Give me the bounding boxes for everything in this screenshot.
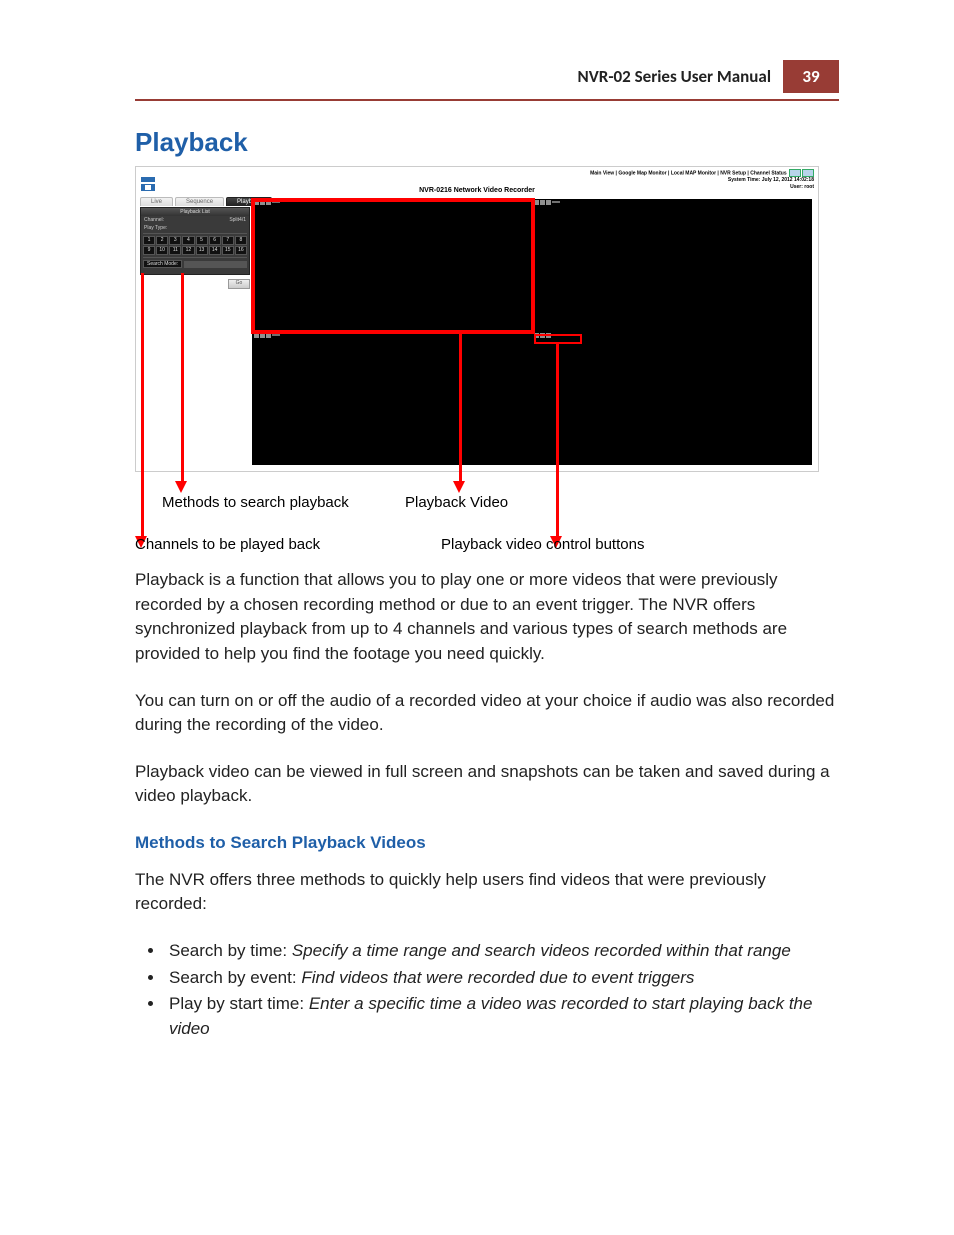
bullet-label: Play by start time:: [169, 994, 309, 1013]
channel-value: Split4/1: [229, 217, 246, 223]
channel-button[interactable]: 10: [156, 246, 168, 255]
tab-sequence[interactable]: Sequence: [175, 197, 224, 206]
stop-icon[interactable]: [546, 200, 551, 205]
callout-methods: Methods to search playback: [162, 494, 349, 511]
channel-button[interactable]: 16: [235, 246, 247, 255]
search-mode-label: Search Mode:: [143, 260, 182, 268]
page-header: NVR-02 Series User Manual 39: [135, 60, 839, 93]
progress-icon: [272, 334, 280, 336]
sub-heading: Methods to Search Playback Videos: [135, 831, 839, 856]
arrow-line: [459, 333, 462, 483]
paragraph-1: Playback is a function that allows you t…: [135, 568, 839, 667]
user-label: User: root: [790, 184, 814, 190]
paragraph-2: You can turn on or off the audio of a re…: [135, 689, 839, 738]
system-time-label: System Time: July 12, 2012 14:02:18: [728, 177, 814, 183]
screenshot-top-right-info: Main View | Google Map Monitor | Local M…: [590, 169, 814, 191]
channel-button[interactable]: 6: [209, 236, 221, 245]
playback-sidebar: Playback List Channel: Split4/1 Play Typ…: [140, 207, 250, 275]
screenshot-container: NVR-0216 Network Video Recorder Main Vie…: [135, 166, 819, 472]
playtype-label: Play Type:: [144, 225, 167, 231]
list-item: Play by start time: Enter a specific tim…: [165, 992, 839, 1041]
video-control-bar[interactable]: [534, 199, 578, 205]
channel-button[interactable]: 3: [169, 236, 181, 245]
status-icon: [789, 169, 801, 177]
channel-button[interactable]: 8: [235, 236, 247, 245]
channel-button[interactable]: 4: [182, 236, 194, 245]
tab-live[interactable]: Live: [140, 197, 173, 206]
bullet-label: Search by event:: [169, 968, 301, 987]
highlight-box-video: [251, 198, 535, 334]
header-divider: [135, 99, 839, 101]
go-button[interactable]: Go: [228, 279, 250, 289]
channel-button[interactable]: 5: [196, 236, 208, 245]
sidebar-channel-row: Channel: Split4/1: [141, 216, 249, 224]
list-item: Search by event: Find videos that were r…: [165, 966, 839, 991]
channel-button[interactable]: 7: [222, 236, 234, 245]
sidebar-title: Playback List: [141, 208, 249, 216]
brand-logo-icon: [140, 176, 156, 192]
callout-channels: Channels to be played back: [135, 536, 320, 553]
section-heading: Playback: [135, 127, 839, 158]
channel-grid: 1 2 3 4 5 6 7 8 9 10 11 12 13 14 15 16: [141, 235, 249, 256]
callout-controls: Playback video control buttons: [441, 536, 644, 553]
arrow-line: [181, 273, 184, 483]
sidebar-divider: [143, 233, 247, 234]
video-pane-3[interactable]: [252, 332, 532, 465]
progress-icon: [552, 201, 560, 203]
highlight-box-controls: [534, 334, 582, 344]
search-mode-row: Search Mode:: [141, 259, 249, 269]
channel-button[interactable]: 13: [196, 246, 208, 255]
intro-line: The NVR offers three methods to quickly …: [135, 868, 839, 917]
video-pane-4[interactable]: [532, 332, 812, 465]
sidebar-playtype-row: Play Type:: [141, 224, 249, 232]
pause-icon[interactable]: [540, 200, 545, 205]
channel-button[interactable]: 9: [143, 246, 155, 255]
screenshot-header: NVR-0216 Network Video Recorder Main Vie…: [136, 167, 818, 197]
bullet-italic: Specify a time range and search videos r…: [292, 941, 791, 960]
channel-button[interactable]: 12: [182, 246, 194, 255]
paragraph-3: Playback video can be viewed in full scr…: [135, 760, 839, 809]
bullet-label: Search by time:: [169, 941, 292, 960]
top-links: Main View | Google Map Monitor | Local M…: [590, 170, 787, 176]
channel-button[interactable]: 11: [169, 246, 181, 255]
document-page: NVR-02 Series User Manual 39 Playback NV…: [0, 0, 954, 1235]
channel-button[interactable]: 1: [143, 236, 155, 245]
body-text: Playback is a function that allows you t…: [135, 568, 839, 1042]
channel-button[interactable]: 2: [156, 236, 168, 245]
channel-button[interactable]: 15: [222, 246, 234, 255]
video-pane-2[interactable]: [532, 199, 812, 332]
callout-video: Playback Video: [405, 494, 508, 511]
callout-labels: Methods to search playback Playback Vide…: [135, 478, 817, 558]
status-icon: [802, 169, 814, 177]
header-manual-title: NVR-02 Series User Manual: [578, 60, 783, 93]
channel-button[interactable]: 14: [209, 246, 221, 255]
bullet-list: Search by time: Specify a time range and…: [135, 939, 839, 1042]
screenshot-app-title: NVR-0216 Network Video Recorder: [419, 187, 535, 194]
bullet-italic: Find videos that were recorded due to ev…: [301, 968, 694, 987]
channel-label: Channel:: [144, 217, 164, 223]
search-mode-field[interactable]: [184, 261, 247, 268]
sidebar-divider: [143, 257, 247, 258]
list-item: Search by time: Specify a time range and…: [165, 939, 839, 964]
header-page-number: 39: [783, 60, 839, 93]
